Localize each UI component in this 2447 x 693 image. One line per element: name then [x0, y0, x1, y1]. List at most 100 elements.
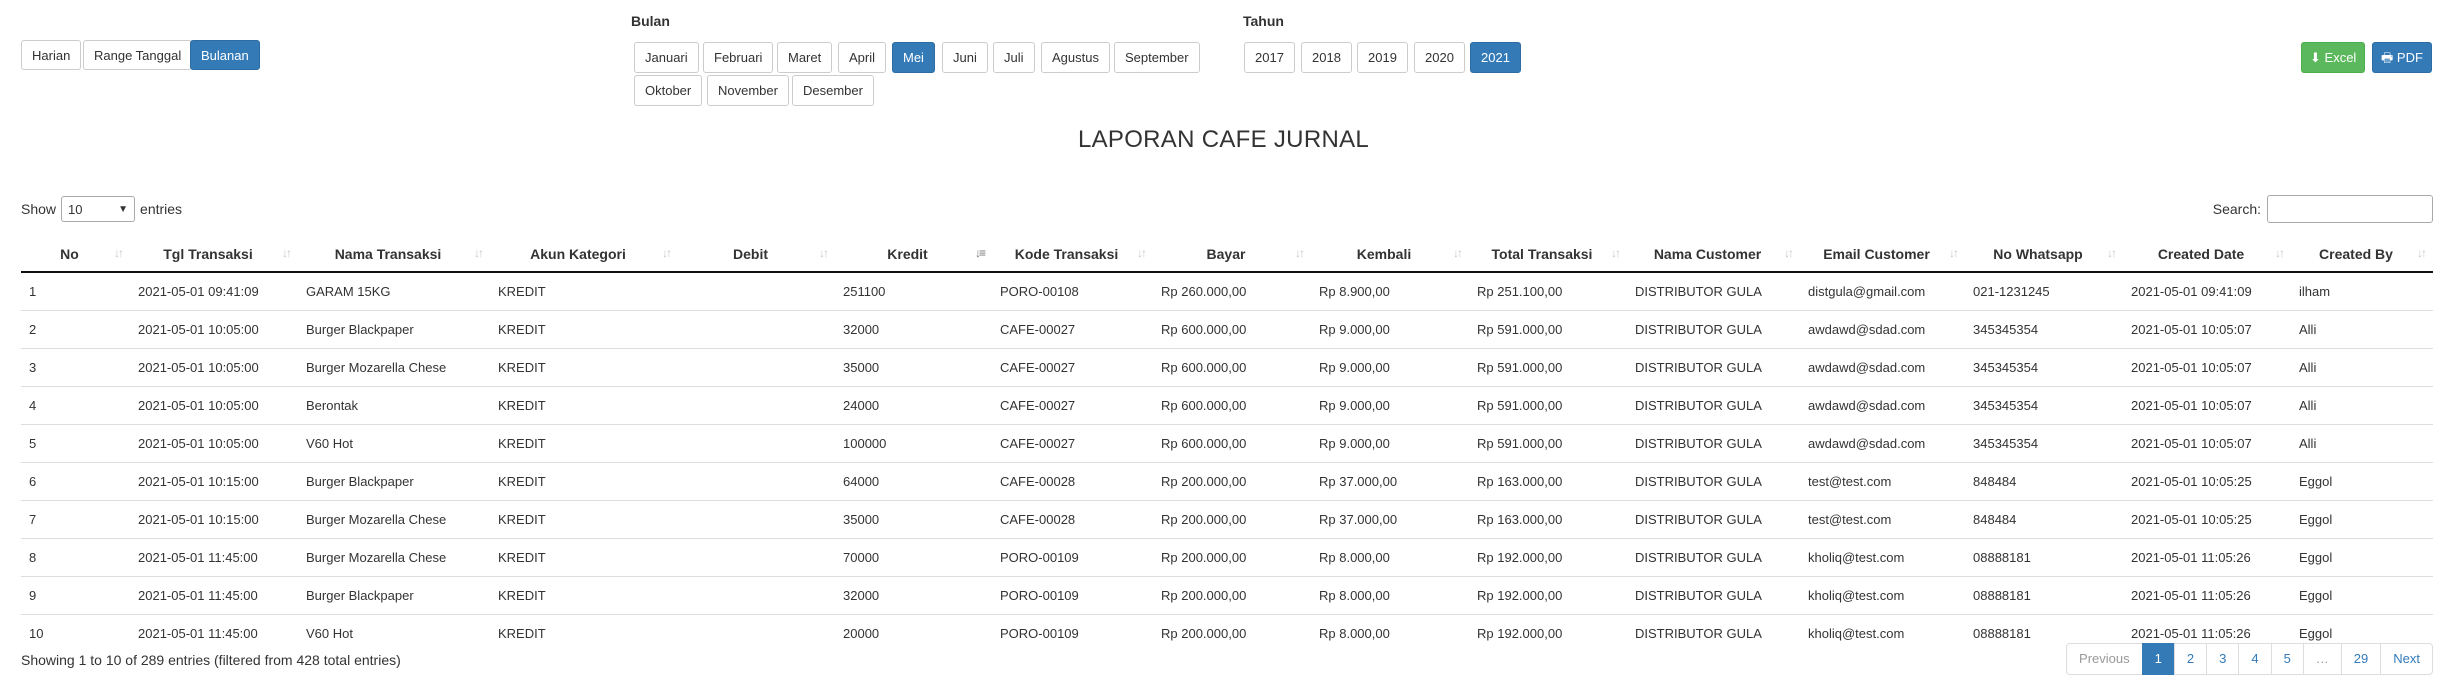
pagination-next[interactable]: Next	[2380, 643, 2433, 675]
pagination-page-5[interactable]: 5	[2270, 643, 2304, 675]
cell-kembali: Rp 37.000,00	[1311, 500, 1469, 539]
cell-total-transaksi: Rp 163.000,00	[1469, 462, 1627, 501]
table-header-row: No ↓↑ Tgl Transaksi ↓↑ Nama Transaksi ↓↑ Akun …	[21, 236, 2433, 273]
pagination-page-29[interactable]: 29	[2340, 643, 2382, 675]
year-button-2020[interactable]: 2020	[1414, 42, 1465, 73]
column-header-no-whatsapp[interactable]: No Whatsapp ↓↑	[1965, 236, 2123, 273]
cell-nama-customer: DISTRIBUTOR GULA	[1627, 538, 1800, 577]
cell-kredit: 32000	[835, 310, 992, 349]
month-button-januari[interactable]: Januari	[634, 42, 699, 73]
column-header-kredit[interactable]: Kredit ↓≡	[835, 236, 992, 273]
month-button-agustus[interactable]: Agustus	[1041, 42, 1110, 73]
cell-nama-transaksi: GARAM 15KG	[306, 284, 391, 299]
mode-button-harian[interactable]: Harian	[21, 40, 82, 70]
month-button-maret[interactable]: Maret	[777, 42, 833, 73]
pagination-previous[interactable]: Previous	[2066, 643, 2143, 675]
cell-no-whatsapp: 848484	[1965, 500, 2123, 539]
column-header-akun-kategori[interactable]: Akun Kategori ↓↑	[490, 236, 678, 273]
cell-kembali: Rp 8.000,00	[1311, 576, 1469, 615]
cell-kredit: 35000	[835, 500, 992, 539]
search-input[interactable]	[2267, 195, 2433, 223]
cell-nama-transaksi: Burger Blackpaper	[298, 462, 490, 501]
cell-nama-transaksi: V60 Hot	[298, 614, 490, 652]
column-header-nama-transaksi[interactable]: Nama Transaksi ↓↑	[298, 236, 490, 273]
table-row: 5 2021-05-01 10:05:00 V60 Hot KREDIT 100000 C…	[21, 424, 2433, 463]
column-header-total-transaksi[interactable]: Total Transaksi ↓↑	[1469, 236, 1627, 273]
entries-select[interactable]: 10 ▼	[61, 196, 136, 222]
mode-button-range-tanggal[interactable]: Range Tanggal	[83, 40, 193, 70]
column-header-nama-customer[interactable]: Nama Customer ↓↑	[1627, 236, 1800, 273]
pagination-page-3[interactable]: 3	[2206, 643, 2240, 675]
column-header-bayar[interactable]: Bayar ↓↑	[1153, 236, 1311, 273]
column-header-debit[interactable]: Debit ↓↑	[678, 236, 835, 273]
column-header-label: Kredit	[887, 245, 928, 262]
sort-icon: ↓↑	[1611, 246, 1621, 260]
cell-no: 1	[29, 284, 37, 299]
column-header-no[interactable]: No ↓↑	[21, 236, 130, 273]
cell-kode-transaksi: CAFE-00027	[992, 310, 1153, 349]
month-button-juni[interactable]: Juni	[942, 42, 988, 73]
month-button-juli[interactable]: Juli	[993, 42, 1035, 73]
cell-debit	[678, 576, 835, 615]
cell-nama-transaksi: Burger Mozarella Chese	[298, 348, 490, 387]
cell-bayar: Rp 600.000,00	[1153, 424, 1311, 463]
sort-icon: ↓↑	[1784, 246, 1794, 260]
cell-akun-kategori: KREDIT	[498, 284, 546, 299]
month-button-oktober[interactable]: Oktober	[634, 75, 703, 106]
month-button-april[interactable]: April	[838, 42, 887, 73]
mode-button-bulanan[interactable]: Bulanan	[190, 40, 260, 70]
entries-select-value: 10	[68, 201, 83, 217]
cell-bayar: Rp 600.000,00	[1153, 348, 1311, 387]
cell-kembali: Rp 8.900,00	[1319, 284, 1390, 299]
year-button-2019[interactable]: 2019	[1357, 42, 1408, 73]
column-header-created-by[interactable]: Created By ↓↑	[2291, 236, 2433, 273]
cell-total-transaksi: Rp 591.000,00	[1469, 348, 1627, 387]
month-button-mei[interactable]: Mei	[892, 42, 935, 73]
sort-desc-icon: ↓≡	[974, 246, 986, 260]
length-control: Show 10 ▼ entries	[21, 196, 182, 222]
excel-button[interactable]: ⬇ Excel	[2301, 42, 2366, 73]
cell-created-by: Eggol	[2291, 538, 2433, 577]
column-header-label: Debit	[733, 245, 768, 262]
year-button-2021[interactable]: 2021	[1470, 42, 1521, 73]
column-header-created-date[interactable]: Created Date ↓↑	[2123, 236, 2291, 273]
year-button-2017[interactable]: 2017	[1244, 42, 1295, 73]
cell-kredit: 24000	[835, 386, 992, 425]
column-header-tgl-transaksi[interactable]: Tgl Transaksi ↓↑	[130, 236, 298, 273]
cell-created-date: 2021-05-01 10:05:07	[2123, 348, 2291, 387]
cell-created-date: 2021-05-01 09:41:09	[2131, 284, 2252, 299]
pdf-button[interactable]: 🖶 PDF	[2372, 42, 2432, 73]
cell-bayar: Rp 200.000,00	[1153, 500, 1311, 539]
month-button-februari[interactable]: Februari	[703, 42, 774, 73]
column-header-email-customer[interactable]: Email Customer ↓↑	[1800, 236, 1965, 273]
cell-tgl-transaksi: 2021-05-01 10:05:00	[130, 348, 298, 387]
cell-debit	[678, 386, 835, 425]
cell-created-by: Eggol	[2291, 462, 2433, 501]
cell-tgl-transaksi: 2021-05-01 10:05:00	[130, 310, 298, 349]
month-button-september[interactable]: September	[1114, 42, 1200, 73]
pagination-page-4[interactable]: 4	[2238, 643, 2272, 675]
year-button-2018[interactable]: 2018	[1301, 42, 1352, 73]
sort-icon: ↓↑	[1453, 246, 1463, 260]
cell-no-whatsapp: 345345354	[1965, 348, 2123, 387]
cell-kredit: 70000	[835, 538, 992, 577]
month-button-desember[interactable]: Desember	[792, 75, 874, 106]
column-header-label: No Whatsapp	[1993, 245, 2083, 262]
cell-kembali: Rp 9.000,00	[1311, 310, 1469, 349]
column-header-label: Created Date	[2157, 245, 2245, 262]
cell-no-whatsapp: 345345354	[1965, 386, 2123, 425]
cell-kredit: 64000	[835, 462, 992, 501]
month-button-november[interactable]: November	[707, 75, 789, 106]
column-header-kode-transaksi[interactable]: Kode Transaksi ↓↑	[992, 236, 1153, 273]
pagination-page-1[interactable]: 1	[2141, 643, 2175, 675]
column-header-label: Created By	[2319, 245, 2393, 262]
cell-created-date: 2021-05-01 10:05:25	[2123, 462, 2291, 501]
sort-icon: ↓↑	[1295, 246, 1305, 260]
cell-no: 2	[21, 310, 130, 349]
cell-kode-transaksi: PORO-00108	[1000, 284, 1079, 299]
cell-nama-customer: DISTRIBUTOR GULA	[1627, 576, 1800, 615]
pagination-page-2[interactable]: 2	[2173, 643, 2208, 675]
column-header-kembali[interactable]: Kembali ↓↑	[1311, 236, 1469, 273]
table-row: 7 2021-05-01 10:15:00 Burger Mozarella Che…	[21, 500, 2433, 539]
search-label: Search:	[2212, 201, 2261, 217]
